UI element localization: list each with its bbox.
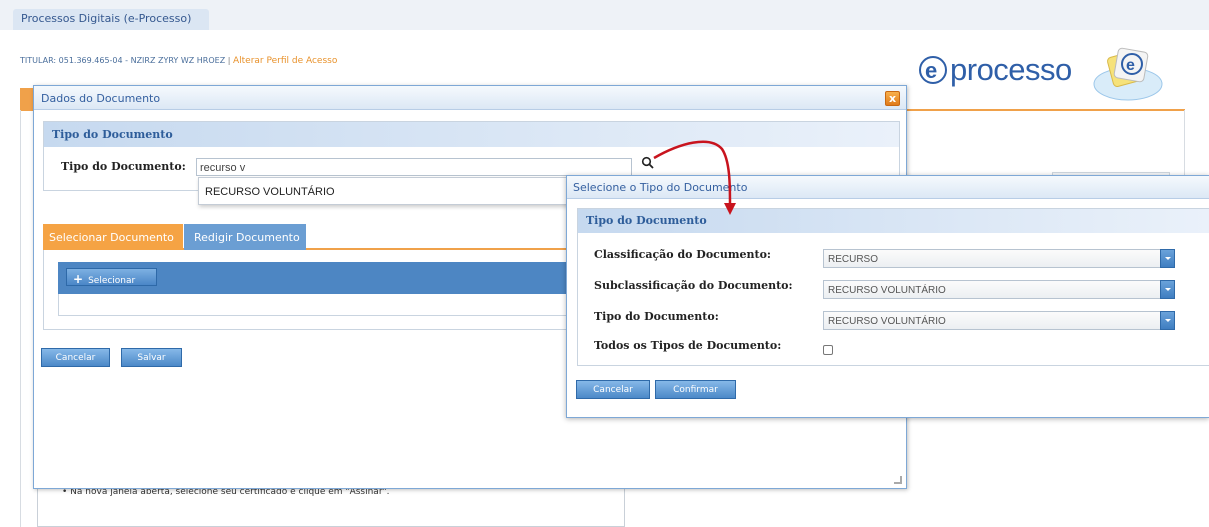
chevron-down-icon[interactable]: [1160, 280, 1175, 299]
logo-e-icon: e: [919, 56, 947, 84]
subclassificacao-label: Subclassificação do Documento:: [594, 279, 793, 292]
tab-processos-digitais[interactable]: Processos Digitais (e-Processo): [13, 9, 210, 30]
todos-tipos-label: Todos os Tipos de Documento:: [594, 339, 782, 352]
svg-text:e: e: [1126, 57, 1135, 74]
selecionar-button-label: Selecionar: [88, 276, 136, 286]
logo-text: processo: [950, 52, 1072, 87]
classificacao-value: RECURSO: [828, 254, 879, 265]
svg-text:e: e: [925, 58, 937, 83]
tipo-documento-form-section: Tipo do Documento Classificação do Docum…: [577, 208, 1209, 366]
titular-separator: |: [227, 56, 231, 65]
close-icon[interactable]: x: [885, 91, 900, 106]
classificacao-select[interactable]: RECURSO: [823, 249, 1175, 268]
tab-redigir-documento[interactable]: Redigir Documento: [184, 224, 306, 250]
cancelar-button[interactable]: Cancelar: [41, 348, 110, 367]
dialog-dados-title[interactable]: Dados do Documento x: [34, 86, 906, 110]
tipo-documento-input[interactable]: recurso v: [196, 158, 632, 176]
eprocesso-logo: e processo e: [918, 40, 1173, 106]
titular-line: TITULAR: 051.369.465-04 - NZIRZ ZYRY WZ …: [20, 56, 337, 66]
tipo-documento-label: Tipo do Documento:: [61, 160, 186, 173]
top-bar: Processos Digitais (e-Processo): [0, 0, 1209, 30]
tipo-documento-value: RECURSO VOLUNTÁRIO: [828, 316, 946, 327]
cancelar-tipo-button[interactable]: Cancelar: [576, 380, 650, 399]
tipo-documento-field-label: Tipo do Documento:: [594, 310, 719, 323]
titular-label: TITULAR: 051.369.465-04 - NZIRZ ZYRY WZ …: [20, 56, 226, 65]
base-right-border: [1184, 110, 1185, 180]
base-left-border: [20, 110, 21, 527]
selecionar-button[interactable]: + Selecionar: [66, 268, 157, 286]
tab-selecionar-documento[interactable]: Selecionar Documento: [43, 224, 183, 250]
logo-cloud-icon: e: [1093, 47, 1163, 101]
salvar-button[interactable]: Salvar: [121, 348, 182, 367]
plus-icon: +: [73, 272, 84, 286]
classificacao-label: Classificação do Documento:: [594, 248, 771, 261]
tipo-documento-section-title: Tipo do Documento: [44, 122, 899, 147]
subclassificacao-select[interactable]: RECURSO VOLUNTÁRIO: [823, 280, 1175, 299]
alterar-perfil-link[interactable]: Alterar Perfil de Acesso: [233, 56, 337, 66]
dialog-dados-title-text: Dados do Documento: [41, 92, 161, 105]
autocomplete-dropdown: RECURSO VOLUNTÁRIO: [198, 177, 586, 205]
todos-tipos-checkbox[interactable]: [823, 345, 833, 355]
resize-grip[interactable]: [894, 476, 902, 484]
subclassificacao-value: RECURSO VOLUNTÁRIO: [828, 285, 946, 296]
annotation-arrow-icon: [653, 140, 736, 215]
autocomplete-option-recurso-voluntario[interactable]: RECURSO VOLUNTÁRIO: [205, 186, 335, 198]
chevron-down-icon[interactable]: [1160, 249, 1175, 268]
chevron-down-icon[interactable]: [1160, 311, 1175, 330]
tipo-documento-select[interactable]: RECURSO VOLUNTÁRIO: [823, 311, 1175, 330]
base-orange-tab: [20, 88, 34, 110]
confirmar-button[interactable]: Confirmar: [655, 380, 736, 399]
